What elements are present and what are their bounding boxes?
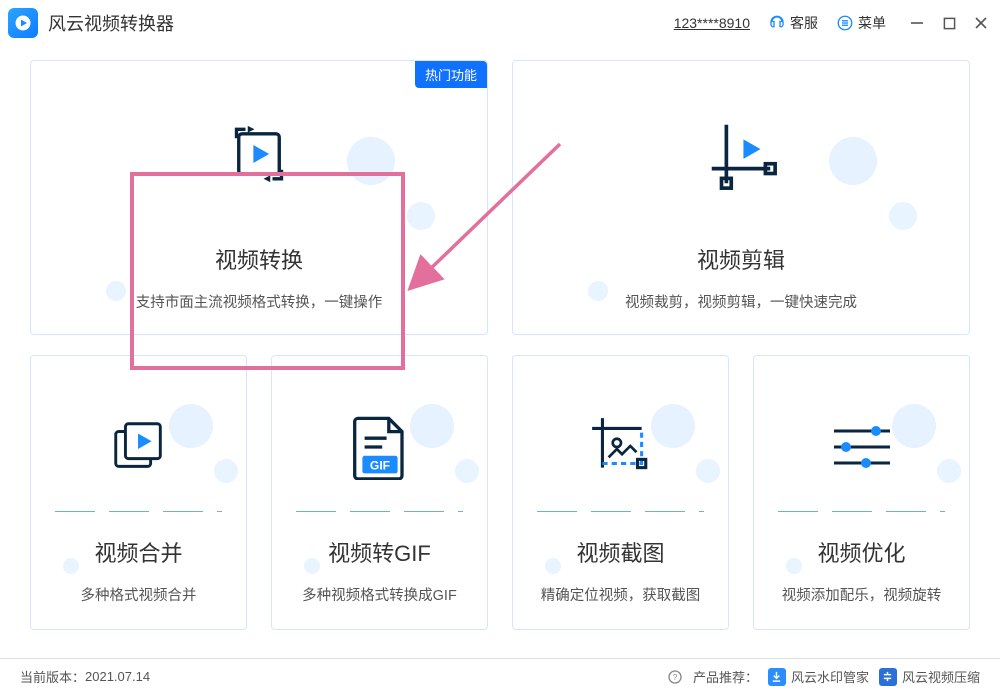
recommend-compress-label: 风云视频压缩: [902, 667, 980, 686]
video-gif-icon: GIF: [351, 414, 409, 480]
support-button[interactable]: 客服: [768, 13, 818, 33]
close-button[interactable]: [974, 16, 988, 30]
main-content: 热门功能 视频转换 支持市面主流视频格式转换，一键操作: [0, 46, 1000, 630]
compress-app-icon: [879, 668, 897, 686]
card-title: 视频转GIF: [328, 536, 431, 568]
card-divider: [778, 511, 946, 512]
card-desc: 支持市面主流视频格式转换，一键操作: [136, 291, 383, 312]
video-convert-icon: [223, 118, 295, 190]
card-title: 视频合并: [94, 536, 182, 568]
footer: 当前版本： 2021.07.14 ? 产品推荐： 风云水印管家 风云视频压缩: [0, 658, 1000, 694]
recommend-compress[interactable]: 风云视频压缩: [879, 667, 980, 686]
app-logo: [8, 8, 38, 38]
card-video-edit[interactable]: 视频剪辑 视频裁剪，视频剪辑，一键快速完成: [512, 60, 970, 335]
menu-icon: [836, 14, 854, 32]
hot-badge: 热门功能: [415, 61, 487, 88]
card-desc: 精确定位视频，获取截图: [541, 584, 701, 605]
app-title: 风云视频转换器: [48, 10, 174, 36]
close-icon: [974, 16, 988, 30]
title-bar: 风云视频转换器 123****8910 客服 菜单: [0, 0, 1000, 46]
card-title: 视频优化: [817, 536, 905, 568]
svg-text:GIF: GIF: [369, 458, 389, 472]
card-divider: [55, 511, 223, 512]
card-desc: 视频添加配乐，视频旋转: [782, 584, 942, 605]
card-divider: [537, 511, 705, 512]
minimize-button[interactable]: [910, 16, 924, 30]
card-video-convert[interactable]: 热门功能 视频转换 支持市面主流视频格式转换，一键操作: [30, 60, 488, 335]
card-desc: 多种视频格式转换成GIF: [302, 584, 457, 605]
version-value: 2021.07.14: [85, 669, 150, 684]
watermark-app-icon: [768, 668, 786, 686]
card-video-merge[interactable]: 视频合并 多种格式视频合并: [30, 355, 247, 630]
maximize-icon: [943, 17, 956, 30]
card-desc: 多种格式视频合并: [81, 584, 197, 605]
card-divider: [296, 511, 464, 512]
recommend-label: 产品推荐：: [693, 667, 758, 686]
help-icon[interactable]: ?: [667, 669, 683, 685]
menu-label: 菜单: [858, 13, 886, 33]
user-id[interactable]: 123****8910: [674, 15, 750, 31]
card-desc: 视频裁剪，视频剪辑，一键快速完成: [625, 291, 857, 312]
version-label: 当前版本：: [20, 667, 85, 686]
minimize-icon: [910, 16, 924, 30]
card-video-optimize[interactable]: 视频优化 视频添加配乐，视频旋转: [753, 355, 970, 630]
card-video-gif[interactable]: GIF 视频转GIF 多种视频格式转换成GIF: [271, 355, 488, 630]
recommend-watermark[interactable]: 风云水印管家: [768, 667, 869, 686]
recommend-watermark-label: 风云水印管家: [791, 667, 869, 686]
video-edit-icon: [702, 115, 780, 193]
support-label: 客服: [790, 13, 818, 33]
card-title: 视频转换: [215, 243, 303, 275]
card-title: 视频截图: [576, 536, 664, 568]
svg-text:?: ?: [673, 673, 678, 682]
menu-button[interactable]: 菜单: [836, 13, 886, 33]
card-title: 视频剪辑: [697, 243, 785, 275]
sliders-icon: [830, 419, 894, 475]
maximize-button[interactable]: [942, 16, 956, 30]
headset-icon: [768, 14, 786, 32]
card-video-screenshot[interactable]: 视频截图 精确定位视频，获取截图: [512, 355, 729, 630]
video-screenshot-icon: [588, 414, 654, 480]
video-merge-icon: [108, 416, 170, 478]
